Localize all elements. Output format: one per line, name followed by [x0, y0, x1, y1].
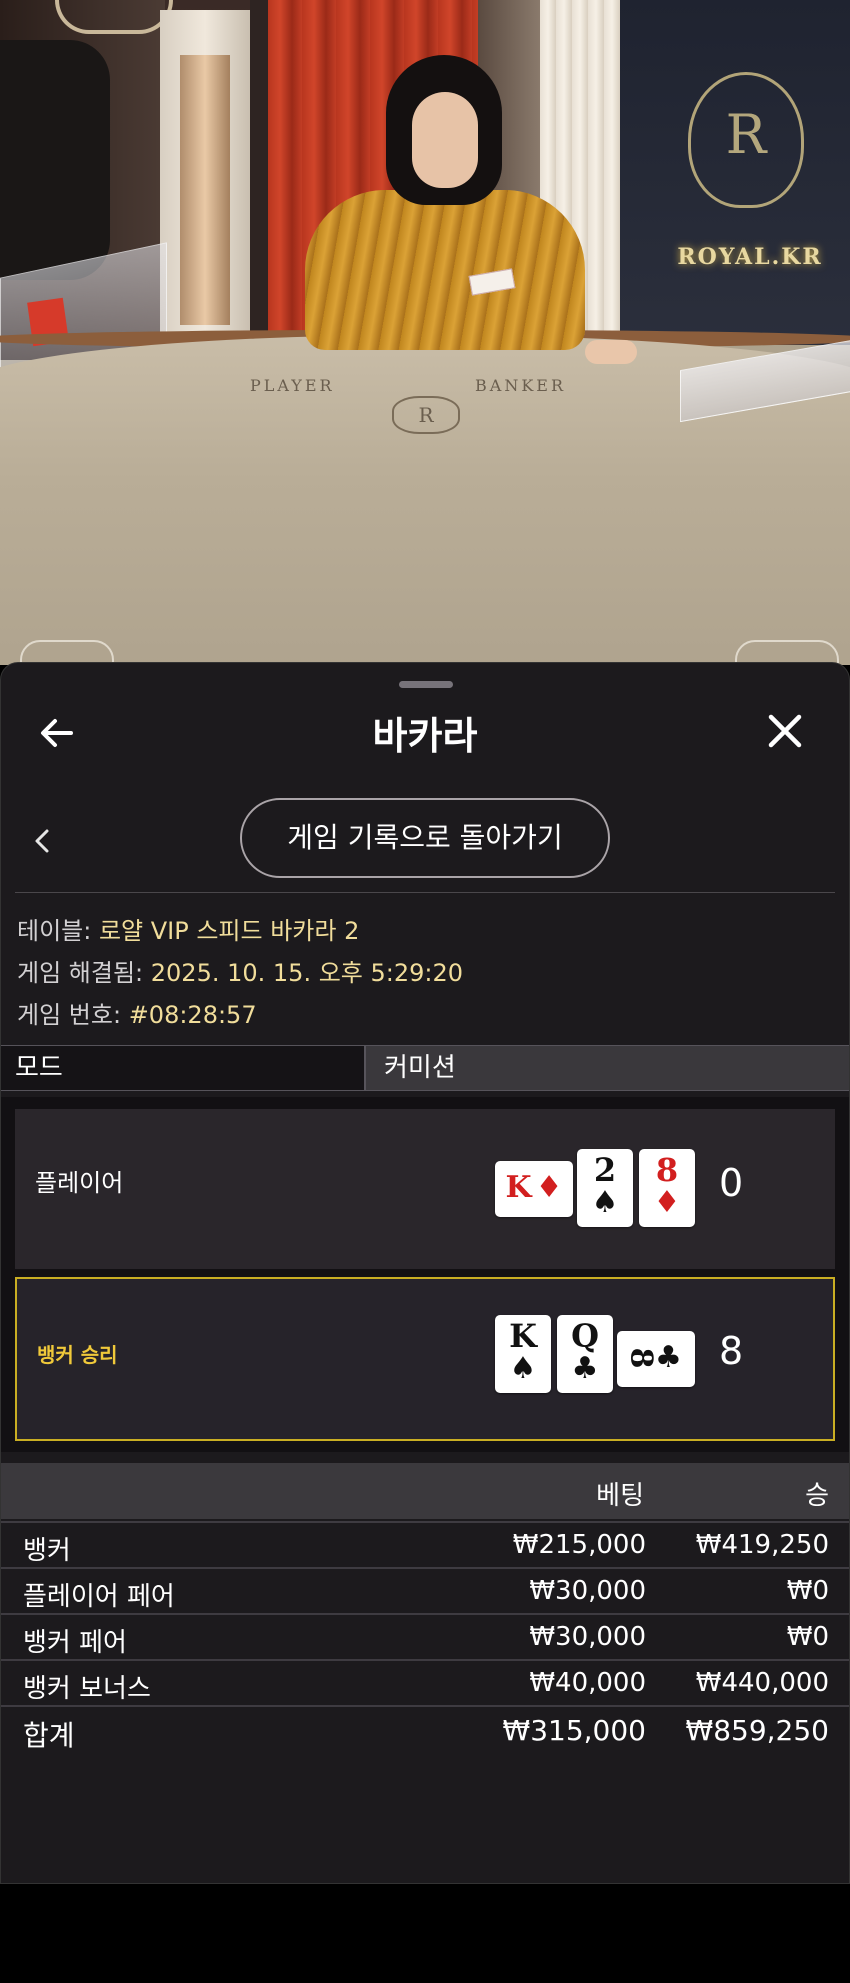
bet-column-header: 베팅	[596, 1481, 644, 1511]
mode-row: 모드 커미션	[1, 1045, 849, 1091]
dealer-hand	[585, 340, 637, 364]
dealer-face	[412, 92, 478, 188]
diamond-icon: ♦	[535, 1170, 563, 1205]
table-label-player: PLAYER	[250, 376, 335, 395]
card-rank: 8	[623, 1347, 659, 1369]
game-number-info: 게임 번호: #08:28:57	[17, 995, 257, 1030]
bet-name: 뱅커	[23, 1536, 71, 1566]
banker-card-2: Q ♣	[557, 1315, 613, 1393]
chevron-left-icon[interactable]	[31, 821, 61, 861]
table-logo: R	[392, 396, 460, 434]
banker-win-label: 뱅커 승리	[37, 1343, 118, 1367]
mode-label: 모드	[1, 1046, 366, 1090]
bet-amount: ₩40,000	[529, 1668, 646, 1698]
club-icon: ♣	[654, 1340, 682, 1375]
bets-header: 베팅 승	[1, 1463, 849, 1519]
bet-amount: ₩30,000	[529, 1622, 646, 1652]
sheet-grabber[interactable]	[399, 681, 453, 688]
player-score: 0	[719, 1161, 744, 1205]
video-person-arm	[0, 40, 110, 280]
player-card-2: 2 ♠	[577, 1149, 633, 1227]
video-gap	[250, 0, 270, 340]
spade-icon: ♠	[591, 1185, 619, 1220]
win-amount: ₩440,000	[695, 1668, 829, 1698]
player-label: 플레이어	[35, 1169, 124, 1197]
banker-card-1: K ♠	[495, 1315, 551, 1393]
table-value: 로얄 VIP 스피드 바카라 2	[98, 917, 360, 945]
total-row: 합계 ₩315,000 ₩859,250	[1, 1705, 849, 1757]
card-rank: K	[505, 1170, 532, 1205]
table-row: 뱅커 페어 ₩30,000 ₩0	[1, 1613, 849, 1659]
game-number-value: #08:28:57	[128, 1001, 257, 1029]
resolved-value: 2025. 10. 15. 오후 5:29:20	[150, 959, 464, 987]
card-rank: 2	[593, 1151, 617, 1189]
bet-amount: ₩30,000	[529, 1576, 646, 1606]
win-column-header: 승	[805, 1481, 829, 1511]
table-label: 테이블:	[17, 917, 92, 945]
royal-crest-logo: R	[688, 72, 804, 208]
dealer-body	[305, 190, 585, 350]
player-hand: 플레이어 K ♦ 2 ♠ 8 ♦ 0	[15, 1109, 835, 1269]
win-amount: ₩419,250	[695, 1530, 829, 1560]
diamond-icon: ♦	[653, 1185, 681, 1220]
total-bet: ₩315,000	[502, 1714, 646, 1747]
player-card-3: 8 ♦	[639, 1149, 695, 1227]
win-amount: ₩0	[786, 1622, 829, 1652]
table-row: 플레이어 페어 ₩30,000 ₩0	[1, 1567, 849, 1613]
banker-hand-winner: 뱅커 승리 K ♠ Q ♣ 8♣ 8	[15, 1277, 835, 1441]
banker-card-3: 8♣	[617, 1331, 695, 1387]
royal-brand-text: ROYAL.KR	[677, 244, 823, 270]
hands-panel: 플레이어 K ♦ 2 ♠ 8 ♦ 0 뱅커 승리 K ♠ Q ♣ 8♣ 8	[1, 1097, 849, 1452]
club-icon: ♣	[571, 1351, 599, 1386]
player-card-1: K ♦	[495, 1161, 573, 1217]
video-arch	[55, 0, 173, 34]
bet-name: 플레이어 페어	[23, 1582, 175, 1612]
bet-amount: ₩215,000	[512, 1530, 646, 1560]
game-number-label: 게임 번호:	[17, 1001, 122, 1029]
live-video-feed: R ROYAL.KR PLAYER BANKER R	[0, 0, 850, 665]
table-row: 뱅커 ₩215,000 ₩419,250	[1, 1521, 849, 1567]
crest-letter: R	[725, 103, 767, 166]
close-icon[interactable]	[765, 711, 815, 761]
resolved-info: 게임 해결됨: 2025. 10. 15. 오후 5:29:20	[17, 953, 463, 988]
video-column-lamp	[180, 55, 230, 325]
total-win: ₩859,250	[685, 1714, 829, 1747]
card-rank: Q	[571, 1317, 599, 1355]
spade-icon: ♠	[509, 1351, 537, 1386]
table-label-banker: BANKER	[475, 376, 566, 395]
total-label: 합계	[23, 1719, 75, 1752]
card-rank: 8	[655, 1151, 679, 1189]
bet-name: 뱅커 보너스	[23, 1674, 151, 1704]
card-rank: K	[509, 1317, 537, 1355]
game-detail-sheet: 바카라 게임 기록으로 돌아가기 테이블: 로얄 VIP 스피드 바카라 2 게…	[0, 662, 850, 1884]
win-amount: ₩0	[786, 1576, 829, 1606]
commission-label: 커미션	[384, 1053, 456, 1083]
divider	[15, 892, 835, 893]
table-row: 뱅커 보너스 ₩40,000 ₩440,000	[1, 1659, 849, 1705]
back-to-history-button[interactable]: 게임 기록으로 돌아가기	[240, 798, 610, 878]
resolved-label: 게임 해결됨:	[17, 959, 144, 987]
bet-name: 뱅커 페어	[23, 1628, 127, 1658]
page-title: 바카라	[372, 714, 478, 758]
banker-score: 8	[719, 1329, 744, 1373]
table-info: 테이블: 로얄 VIP 스피드 바카라 2	[17, 911, 359, 946]
